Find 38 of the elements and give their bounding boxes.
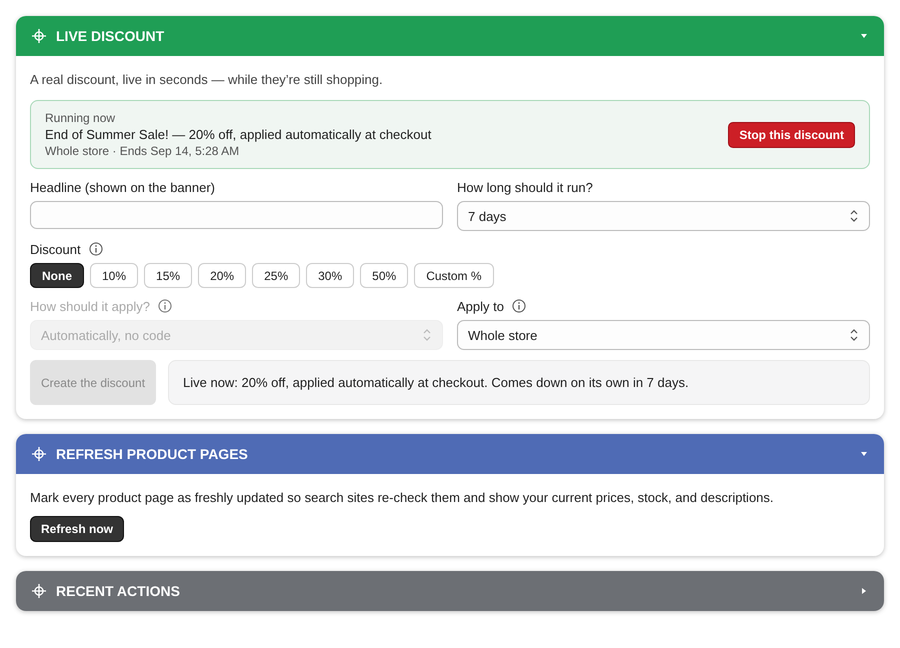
discount-option[interactable]: 25% [252,263,300,288]
discount-option[interactable]: Custom % [414,263,494,288]
discount-details: Whole store · Ends Sep 14, 5:28 AM [45,144,240,158]
field-label: Discount [30,242,81,256]
crosshair-icon [32,29,46,43]
panel-header[interactable]: REFRESH PRODUCT PAGES [16,434,884,474]
status-label: Running now [45,111,116,125]
panel-title: REFRESH PRODUCT PAGES [56,446,249,462]
panel-header[interactable]: RECENT ACTIONS [16,571,884,611]
summary-text: Live now: 20% off, applied automatically at checkout. Comes down on its own in 7 days. [168,360,870,405]
discount-title: End of Summer Sale! — 20% off, applied automatically at checkout [45,127,432,142]
select-field[interactable]: 7 days [457,201,870,231]
field-label: Headline (shown on the banner) [30,180,216,194]
info-icon [512,299,526,313]
chevron-up-down-icon [849,209,859,223]
stop-discount-button[interactable]: Stop this discount [728,122,855,148]
info-icon [158,299,172,313]
discount-option[interactable]: 15% [144,263,192,288]
discount-option[interactable]: 30% [306,263,354,288]
description-text: Mark every product page as freshly updated so search sites re-check them and show your current prices, stock, and descriptions. [30,489,775,507]
chevron-up-down-icon [849,328,859,342]
discount-option[interactable]: None [30,263,84,288]
discount-option[interactable]: 10% [90,263,138,288]
discount-option[interactable]: 50% [360,263,408,288]
panel-title: LIVE DISCOUNT [56,28,166,44]
chevron-up-down-icon [422,328,432,342]
field-label: How long should it run? [457,180,593,194]
crosshair-icon [32,584,46,598]
discount-option[interactable]: 20% [198,263,246,288]
headline-input-field[interactable] [30,201,443,229]
field-label: Apply to [457,298,504,314]
refresh-now-button[interactable]: Refresh now [30,516,124,542]
intro-text: A real discount, live in seconds — while they’re still shopping. [30,71,384,89]
field-label: How should it apply? [30,298,150,314]
info-icon [88,242,103,256]
select-field[interactable]: Whole store [457,320,870,350]
panel-title: RECENT ACTIONS [56,583,181,599]
crosshair-icon [32,447,46,461]
